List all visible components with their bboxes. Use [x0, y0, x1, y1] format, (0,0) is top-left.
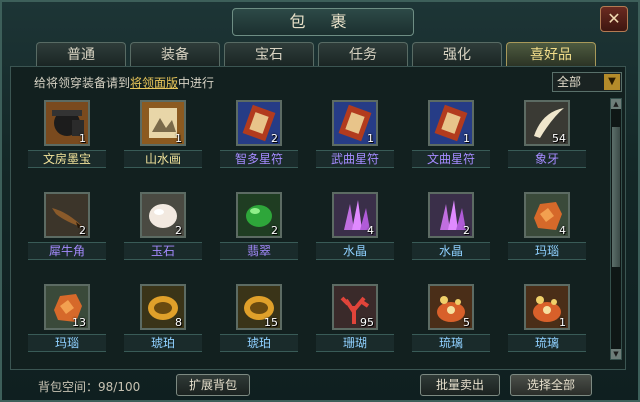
item-quantity: 5: [463, 316, 470, 329]
select-all-button[interactable]: 选择全部: [510, 374, 592, 396]
agate-icon[interactable]: 4: [524, 192, 570, 238]
inventory-slot[interactable]: 5 琉璃: [408, 280, 494, 364]
item-name: 山水画: [124, 150, 202, 168]
emerald-icon[interactable]: 2: [236, 192, 282, 238]
inkstone-icon[interactable]: 1: [44, 100, 90, 146]
inventory-slot[interactable]: 2 智多星符: [216, 96, 302, 180]
rhino-horn-icon[interactable]: 2: [44, 192, 90, 238]
item-quantity: 2: [463, 224, 470, 237]
scroll-up-icon[interactable]: ▲: [611, 99, 621, 109]
item-quantity: 1: [79, 132, 86, 145]
inventory-slot[interactable]: 4 玛瑙: [504, 188, 590, 272]
coral-icon[interactable]: 95: [332, 284, 378, 330]
inventory-slot[interactable]: 1 琉璃: [504, 280, 590, 364]
filter-dropdown[interactable]: 全部 ▼: [552, 72, 622, 92]
item-name: 文房墨宝: [28, 150, 106, 168]
close-icon[interactable]: ✕: [600, 6, 628, 32]
item-quantity: 2: [79, 224, 86, 237]
scroll-down-icon[interactable]: ▼: [611, 349, 621, 359]
hint-suffix: 中进行: [178, 76, 215, 90]
item-name: 珊瑚: [316, 334, 394, 352]
item-quantity: 4: [367, 224, 374, 237]
item-quantity: 15: [264, 316, 278, 329]
tab-quest[interactable]: 任务: [318, 42, 408, 66]
item-quantity: 2: [271, 132, 278, 145]
ivory-icon[interactable]: 54: [524, 100, 570, 146]
inventory-slot[interactable]: 2 玉石: [120, 188, 206, 272]
tab-enhance[interactable]: 强化: [412, 42, 502, 66]
batch-sell-button[interactable]: 批量卖出: [420, 374, 500, 396]
inventory-slot[interactable]: 8 琥珀: [120, 280, 206, 364]
capacity-text: 背包空间：98/100: [38, 380, 141, 394]
item-quantity: 2: [175, 224, 182, 237]
inventory-slot[interactable]: 13 玛瑙: [24, 280, 110, 364]
inventory-slot[interactable]: 1 山水画: [120, 96, 206, 180]
filter-selected: 全部: [557, 75, 582, 89]
item-name: 武曲星符: [316, 150, 394, 168]
scroll-thumb[interactable]: [612, 127, 620, 267]
item-quantity: 95: [360, 316, 374, 329]
amber-icon[interactable]: 8: [140, 284, 186, 330]
hint-prefix: 给将领穿装备请到: [34, 76, 131, 90]
item-quantity: 13: [72, 316, 86, 329]
inventory-slot[interactable]: 2 水晶: [408, 188, 494, 272]
item-name: 文曲星符: [412, 150, 490, 168]
inventory-window: 包 裹 ✕ 普通 装备 宝石 任务 强化 喜好品 给将领穿装备请到将领面版中进行…: [0, 0, 640, 402]
item-name: 水晶: [316, 242, 394, 260]
item-quantity: 1: [367, 132, 374, 145]
tab-bar: 普通 装备 宝石 任务 强化 喜好品: [36, 42, 596, 66]
talisman-icon[interactable]: 2: [236, 100, 282, 146]
item-name: 玛瑙: [28, 334, 106, 352]
crystal-icon[interactable]: 4: [332, 192, 378, 238]
inventory-slot[interactable]: 1 文房墨宝: [24, 96, 110, 180]
expand-bag-button[interactable]: 扩展背包: [176, 374, 250, 396]
item-name: 水晶: [412, 242, 490, 260]
inventory-slot[interactable]: 1 文曲星符: [408, 96, 494, 180]
inventory-slot[interactable]: 54 象牙: [504, 96, 590, 180]
item-name: 翡翠: [220, 242, 298, 260]
item-quantity: 54: [552, 132, 566, 145]
window-title: 包 裹: [232, 8, 414, 36]
scrollbar[interactable]: ▲ ▼: [610, 98, 622, 360]
jade-stone-icon[interactable]: 2: [140, 192, 186, 238]
glaze-icon[interactable]: 5: [428, 284, 474, 330]
chevron-down-icon[interactable]: ▼: [604, 74, 620, 90]
general-panel-link[interactable]: 将领面版: [130, 76, 178, 90]
talisman-icon[interactable]: 1: [428, 100, 474, 146]
tab-gems[interactable]: 宝石: [224, 42, 314, 66]
inventory-slot[interactable]: 2 犀牛角: [24, 188, 110, 272]
inventory-slot[interactable]: 95 珊瑚: [312, 280, 398, 364]
scroll-painting-icon[interactable]: 1: [140, 100, 186, 146]
talisman-icon[interactable]: 1: [332, 100, 378, 146]
item-quantity: 1: [175, 132, 182, 145]
item-quantity: 1: [463, 132, 470, 145]
item-name: 琥珀: [220, 334, 298, 352]
inventory-slot[interactable]: 1 武曲星符: [312, 96, 398, 180]
tab-common[interactable]: 普通: [36, 42, 126, 66]
agate-icon[interactable]: 13: [44, 284, 90, 330]
item-name: 玉石: [124, 242, 202, 260]
crystal-icon[interactable]: 2: [428, 192, 474, 238]
item-quantity: 4: [559, 224, 566, 237]
item-name: 琥珀: [124, 334, 202, 352]
tab-equipment[interactable]: 装备: [130, 42, 220, 66]
item-name: 琉璃: [412, 334, 490, 352]
item-name: 犀牛角: [28, 242, 106, 260]
item-name: 玛瑙: [508, 242, 586, 260]
inventory-slot[interactable]: 2 翡翠: [216, 188, 302, 272]
item-quantity: 8: [175, 316, 182, 329]
amber-icon[interactable]: 15: [236, 284, 282, 330]
item-name: 智多星符: [220, 150, 298, 168]
tab-favorites[interactable]: 喜好品: [506, 42, 596, 66]
glaze-icon[interactable]: 1: [524, 284, 570, 330]
inventory-slot[interactable]: 4 水晶: [312, 188, 398, 272]
item-name: 琉璃: [508, 334, 586, 352]
item-quantity: 2: [271, 224, 278, 237]
item-quantity: 1: [559, 316, 566, 329]
item-name: 象牙: [508, 150, 586, 168]
hint-text: 给将领穿装备请到将领面版中进行: [34, 74, 214, 91]
inventory-slot[interactable]: 15 琥珀: [216, 280, 302, 364]
